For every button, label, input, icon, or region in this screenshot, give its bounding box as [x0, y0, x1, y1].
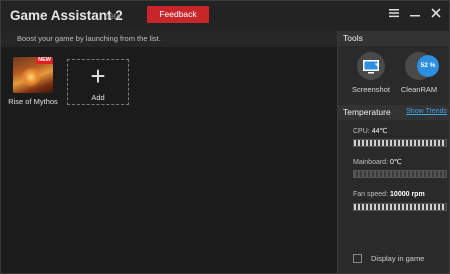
mainboard-bar-track [354, 171, 446, 177]
screenshot-icon[interactable] [357, 52, 385, 80]
mainboard-value: 0℃ [390, 159, 402, 166]
title-bar: Game Assistant 2 beta Feedback [1, 1, 449, 31]
fan-bar [353, 203, 447, 211]
fan-label: Fan speed: 10000 rpm [353, 191, 425, 198]
cpu-label: CPU: 44℃ [353, 128, 388, 135]
add-label: Add [91, 93, 105, 102]
display-in-game-option[interactable]: Display in game [353, 253, 448, 265]
game-thumbnail[interactable]: NEW [13, 57, 53, 93]
fan-sensor: Fan speed: 10000 rpm [353, 191, 447, 211]
mainboard-sensor: Mainboard: 0℃ [353, 158, 447, 178]
game-assistant-window: Game Assistant 2 beta Feedback Boost you… [0, 0, 450, 274]
menu-icon[interactable] [387, 7, 401, 21]
game-art [21, 67, 41, 87]
beta-badge: beta [105, 12, 121, 21]
cleanram-icon[interactable]: 52 % [405, 52, 439, 80]
fan-bar-fill [354, 204, 446, 210]
close-icon[interactable] [429, 7, 443, 21]
temperature-title: Temperature [343, 107, 391, 117]
screenshot-tool[interactable]: Screenshot [348, 52, 394, 96]
show-trends-link[interactable]: Show Trends [406, 108, 447, 115]
mainboard-bar [353, 170, 447, 178]
temperature-header: Temperature Show Trends [338, 105, 450, 120]
game-list-pane: Boost your game by launching from the li… [1, 31, 337, 273]
cpu-bar-fill [354, 140, 446, 146]
fan-value: 10000 rpm [390, 191, 425, 198]
ram-usage-value: 52 % [417, 55, 439, 77]
cpu-sensor: CPU: 44℃ [353, 127, 447, 147]
cpu-value: 44℃ [371, 128, 388, 135]
plus-icon: + [90, 61, 106, 91]
side-panel: Tools Screenshot 52 % CleanRAM Temperatu… [337, 31, 450, 273]
minimize-icon[interactable] [408, 7, 422, 21]
cleanram-label: CleanRAM [400, 85, 438, 94]
subtitle-bar: Boost your game by launching from the li… [1, 31, 337, 47]
new-badge: NEW [36, 57, 53, 64]
mainboard-label: Mainboard: 0℃ [353, 159, 402, 166]
game-tile-rise-of-mythos[interactable]: NEW Rise of Mythos [2, 57, 64, 107]
subtitle-text: Boost your game by launching from the li… [17, 34, 161, 43]
feedback-button[interactable]: Feedback [147, 6, 209, 23]
display-in-game-checkbox[interactable] [353, 254, 362, 263]
cleanram-tool[interactable]: 52 % CleanRAM [396, 52, 442, 96]
tools-header: Tools [338, 31, 450, 46]
add-game-button[interactable]: + Add [67, 59, 129, 105]
cpu-bar [353, 139, 447, 147]
tools-title: Tools [343, 33, 363, 43]
game-label: Rise of Mythos [8, 97, 58, 106]
display-in-game-label: Display in game [371, 254, 425, 263]
screenshot-label: Screenshot [352, 85, 390, 94]
